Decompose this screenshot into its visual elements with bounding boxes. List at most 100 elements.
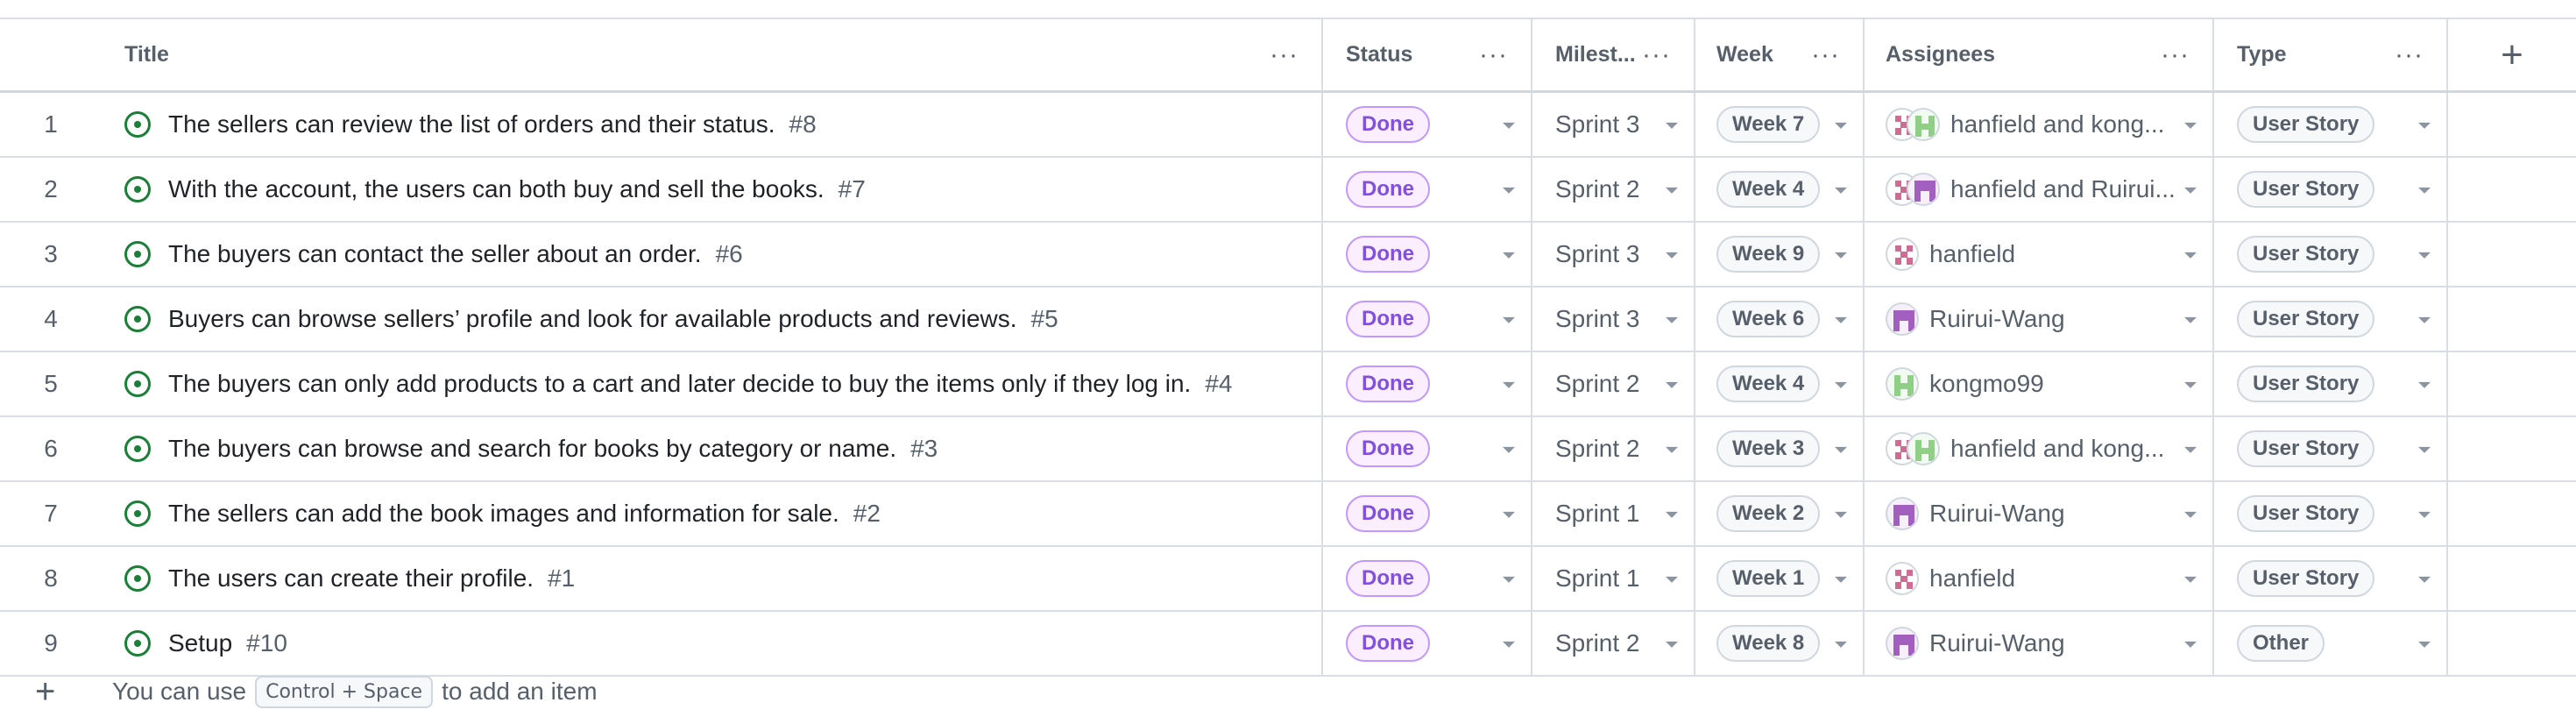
status-cell[interactable]: Done <box>1323 547 1532 610</box>
title-cell[interactable]: The buyers can browse and search for boo… <box>102 417 1323 480</box>
chevron-down-icon[interactable] <box>1666 576 1678 583</box>
chevron-down-icon[interactable] <box>1503 122 1515 129</box>
chevron-down-icon[interactable] <box>1503 381 1515 388</box>
chevron-down-icon[interactable] <box>1666 511 1678 518</box>
chevron-down-icon[interactable] <box>1835 641 1847 648</box>
status-cell[interactable]: Done <box>1323 482 1532 545</box>
assignees-cell[interactable]: hanfield and Ruirui... <box>1865 158 2214 221</box>
title-cell[interactable]: The buyers can only add products to a ca… <box>102 352 1323 415</box>
column-header-assignees[interactable]: Assignees ··· <box>1865 19 2214 90</box>
chevron-down-icon[interactable] <box>1503 252 1515 259</box>
table-row[interactable]: 4 Buyers can browse sellers’ profile and… <box>0 287 2576 352</box>
milestone-cell[interactable]: Sprint 2 <box>1532 158 1695 221</box>
chevron-down-icon[interactable] <box>2418 252 2431 259</box>
milestone-cell[interactable]: Sprint 2 <box>1532 352 1695 415</box>
type-cell[interactable]: User Story <box>2214 547 2448 610</box>
type-cell[interactable]: User Story <box>2214 482 2448 545</box>
title-cell[interactable]: The sellers can add the book images and … <box>102 482 1323 545</box>
type-cell[interactable]: User Story <box>2214 223 2448 286</box>
chevron-down-icon[interactable] <box>2184 381 2197 388</box>
table-row[interactable]: 1 The sellers can review the list of ord… <box>0 93 2576 158</box>
chevron-down-icon[interactable] <box>2418 122 2431 129</box>
issue-title-link[interactable]: With the account, the users can both buy… <box>168 175 824 203</box>
week-cell[interactable]: Week 4 <box>1695 352 1865 415</box>
column-header-status[interactable]: Status ··· <box>1323 19 1532 90</box>
chevron-down-icon[interactable] <box>1835 316 1847 323</box>
milestone-cell[interactable]: Sprint 3 <box>1532 287 1695 351</box>
chevron-down-icon[interactable] <box>2184 187 2197 194</box>
status-cell[interactable]: Done <box>1323 93 1532 156</box>
chevron-down-icon[interactable] <box>1503 511 1515 518</box>
type-cell[interactable]: User Story <box>2214 93 2448 156</box>
milestone-cell[interactable]: Sprint 3 <box>1532 223 1695 286</box>
column-header-type[interactable]: Type ··· <box>2214 19 2448 90</box>
assignees-cell[interactable]: hanfield and kong... <box>1865 417 2214 480</box>
chevron-down-icon[interactable] <box>1666 446 1678 453</box>
chevron-down-icon[interactable] <box>1503 446 1515 453</box>
column-header-title[interactable]: Title ··· <box>102 19 1323 90</box>
issue-title-link[interactable]: Setup <box>168 629 232 657</box>
title-cell[interactable]: The sellers can review the list of order… <box>102 93 1323 156</box>
title-cell[interactable]: Buyers can browse sellers’ profile and l… <box>102 287 1323 351</box>
assignees-cell[interactable]: hanfield <box>1865 547 2214 610</box>
table-row[interactable]: 8 The users can create their profile. #1… <box>0 547 2576 612</box>
chevron-down-icon[interactable] <box>1666 381 1678 388</box>
chevron-down-icon[interactable] <box>1503 576 1515 583</box>
chevron-down-icon[interactable] <box>1835 576 1847 583</box>
column-header-milestone[interactable]: Milest... ··· <box>1532 19 1695 90</box>
chevron-down-icon[interactable] <box>2418 187 2431 194</box>
add-item-row[interactable]: + You can use Control + Space to add an … <box>0 659 2576 724</box>
week-cell[interactable]: Week 1 <box>1695 547 1865 610</box>
chevron-down-icon[interactable] <box>2184 511 2197 518</box>
week-cell[interactable]: Week 3 <box>1695 417 1865 480</box>
chevron-down-icon[interactable] <box>2418 576 2431 583</box>
status-cell[interactable]: Done <box>1323 287 1532 351</box>
issue-title-link[interactable]: The users can create their profile. <box>168 564 534 593</box>
chevron-down-icon[interactable] <box>1835 187 1847 194</box>
chevron-down-icon[interactable] <box>1503 641 1515 648</box>
chevron-down-icon[interactable] <box>2184 641 2197 648</box>
chevron-down-icon[interactable] <box>1503 316 1515 323</box>
table-row[interactable]: 5 The buyers can only add products to a … <box>0 352 2576 417</box>
type-cell[interactable]: User Story <box>2214 352 2448 415</box>
issue-title-link[interactable]: The buyers can contact the seller about … <box>168 240 702 268</box>
chevron-down-icon[interactable] <box>1666 252 1678 259</box>
chevron-down-icon[interactable] <box>1835 122 1847 129</box>
assignees-cell[interactable]: Ruirui-Wang <box>1865 482 2214 545</box>
title-cell[interactable]: The buyers can contact the seller about … <box>102 223 1323 286</box>
column-status-menu-icon[interactable]: ··· <box>1479 41 1508 68</box>
chevron-down-icon[interactable] <box>1666 187 1678 194</box>
status-cell[interactable]: Done <box>1323 352 1532 415</box>
assignees-cell[interactable]: hanfield and kong... <box>1865 93 2214 156</box>
column-milestone-menu-icon[interactable]: ··· <box>1642 41 1671 68</box>
column-header-week[interactable]: Week ··· <box>1695 19 1865 90</box>
type-cell[interactable]: User Story <box>2214 287 2448 351</box>
column-week-menu-icon[interactable]: ··· <box>1811 41 1840 68</box>
assignees-cell[interactable]: kongmo99 <box>1865 352 2214 415</box>
table-row[interactable]: 7 The sellers can add the book images an… <box>0 482 2576 547</box>
status-cell[interactable]: Done <box>1323 158 1532 221</box>
issue-title-link[interactable]: The sellers can add the book images and … <box>168 500 839 528</box>
status-cell[interactable]: Done <box>1323 417 1532 480</box>
chevron-down-icon[interactable] <box>1666 122 1678 129</box>
chevron-down-icon[interactable] <box>1835 446 1847 453</box>
chevron-down-icon[interactable] <box>1666 316 1678 323</box>
chevron-down-icon[interactable] <box>1666 641 1678 648</box>
column-title-menu-icon[interactable]: ··· <box>1270 41 1299 68</box>
issue-title-link[interactable]: The buyers can browse and search for boo… <box>168 435 896 463</box>
chevron-down-icon[interactable] <box>2184 446 2197 453</box>
chevron-down-icon[interactable] <box>2418 641 2431 648</box>
table-row[interactable]: 6 The buyers can browse and search for b… <box>0 417 2576 482</box>
week-cell[interactable]: Week 7 <box>1695 93 1865 156</box>
assignees-cell[interactable]: Ruirui-Wang <box>1865 287 2214 351</box>
issue-title-link[interactable]: The buyers can only add products to a ca… <box>168 370 1191 398</box>
chevron-down-icon[interactable] <box>2184 576 2197 583</box>
milestone-cell[interactable]: Sprint 2 <box>1532 417 1695 480</box>
chevron-down-icon[interactable] <box>2184 252 2197 259</box>
type-cell[interactable]: User Story <box>2214 417 2448 480</box>
chevron-down-icon[interactable] <box>2184 316 2197 323</box>
week-cell[interactable]: Week 6 <box>1695 287 1865 351</box>
table-row[interactable]: 2 With the account, the users can both b… <box>0 158 2576 223</box>
plus-icon[interactable]: + <box>35 674 55 709</box>
title-cell[interactable]: The users can create their profile. #1 <box>102 547 1323 610</box>
